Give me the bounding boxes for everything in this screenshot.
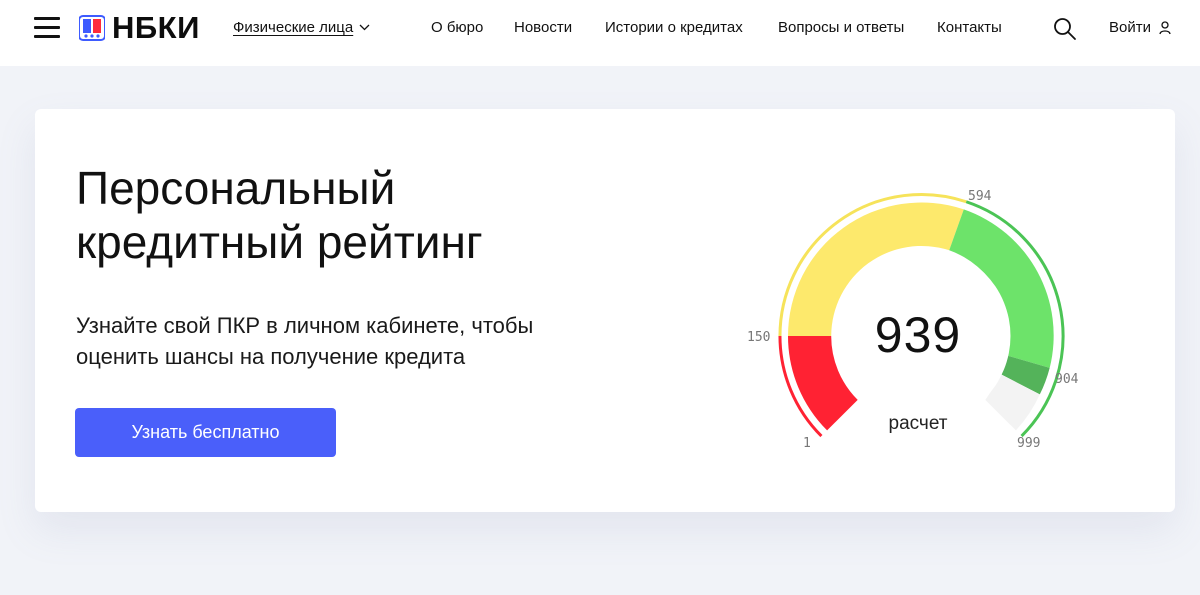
top-navigation-bar: НБКИ Физические лица О бюро Новости Исто… xyxy=(0,0,1200,66)
brand-name: НБКИ xyxy=(112,10,200,45)
search-icon[interactable] xyxy=(1052,16,1078,42)
user-icon xyxy=(1159,20,1171,34)
audience-segment-dropdown[interactable]: Физические лица xyxy=(233,19,370,36)
credit-rating-hero-card: Персональный кредитный рейтинг Узнайте с… xyxy=(35,109,1175,512)
credit-score-value: 939 xyxy=(874,307,962,363)
hero-subtitle-line-1: Узнайте свой ПКР в личном кабинете, чтоб… xyxy=(76,313,534,338)
login-button[interactable]: Войти xyxy=(1109,19,1171,36)
nbki-logo-icon xyxy=(79,15,105,41)
hero-subtitle: Узнайте свой ПКР в личном кабинете, чтоб… xyxy=(76,310,676,372)
nav-link-credit-stories[interactable]: Истории о кредитах xyxy=(605,19,743,36)
menu-icon[interactable] xyxy=(34,16,60,38)
hero-subtitle-line-2: оценить шансы на получение кредита xyxy=(76,344,466,369)
gauge-tick-label-min: 1 xyxy=(803,436,811,451)
nav-link-about[interactable]: О бюро xyxy=(431,19,483,36)
hero-title: Персональный кредитный рейтинг xyxy=(76,161,636,269)
gauge-tick-label-max: 999 xyxy=(1017,436,1041,451)
credit-score-caption: расчет xyxy=(888,413,948,434)
nav-link-faq[interactable]: Вопросы и ответы xyxy=(778,19,904,36)
login-label: Войти xyxy=(1109,19,1151,36)
segment-label: Физические лица xyxy=(233,19,354,36)
get-free-rating-button[interactable]: Узнать бесплатно xyxy=(75,408,336,457)
chevron-down-icon xyxy=(359,24,370,31)
hero-title-line-2: кредитный рейтинг xyxy=(76,216,483,268)
nav-link-contacts[interactable]: Контакты xyxy=(937,19,1002,36)
nav-link-news[interactable]: Новости xyxy=(514,19,572,36)
hero-title-line-1: Персональный xyxy=(76,162,396,214)
gauge-tick-label-904: 904 xyxy=(1055,372,1079,387)
gauge-tick-label-594: 594 xyxy=(968,189,992,204)
brand-logo[interactable]: НБКИ xyxy=(79,10,200,45)
gauge-tick-label-150: 150 xyxy=(747,330,771,345)
